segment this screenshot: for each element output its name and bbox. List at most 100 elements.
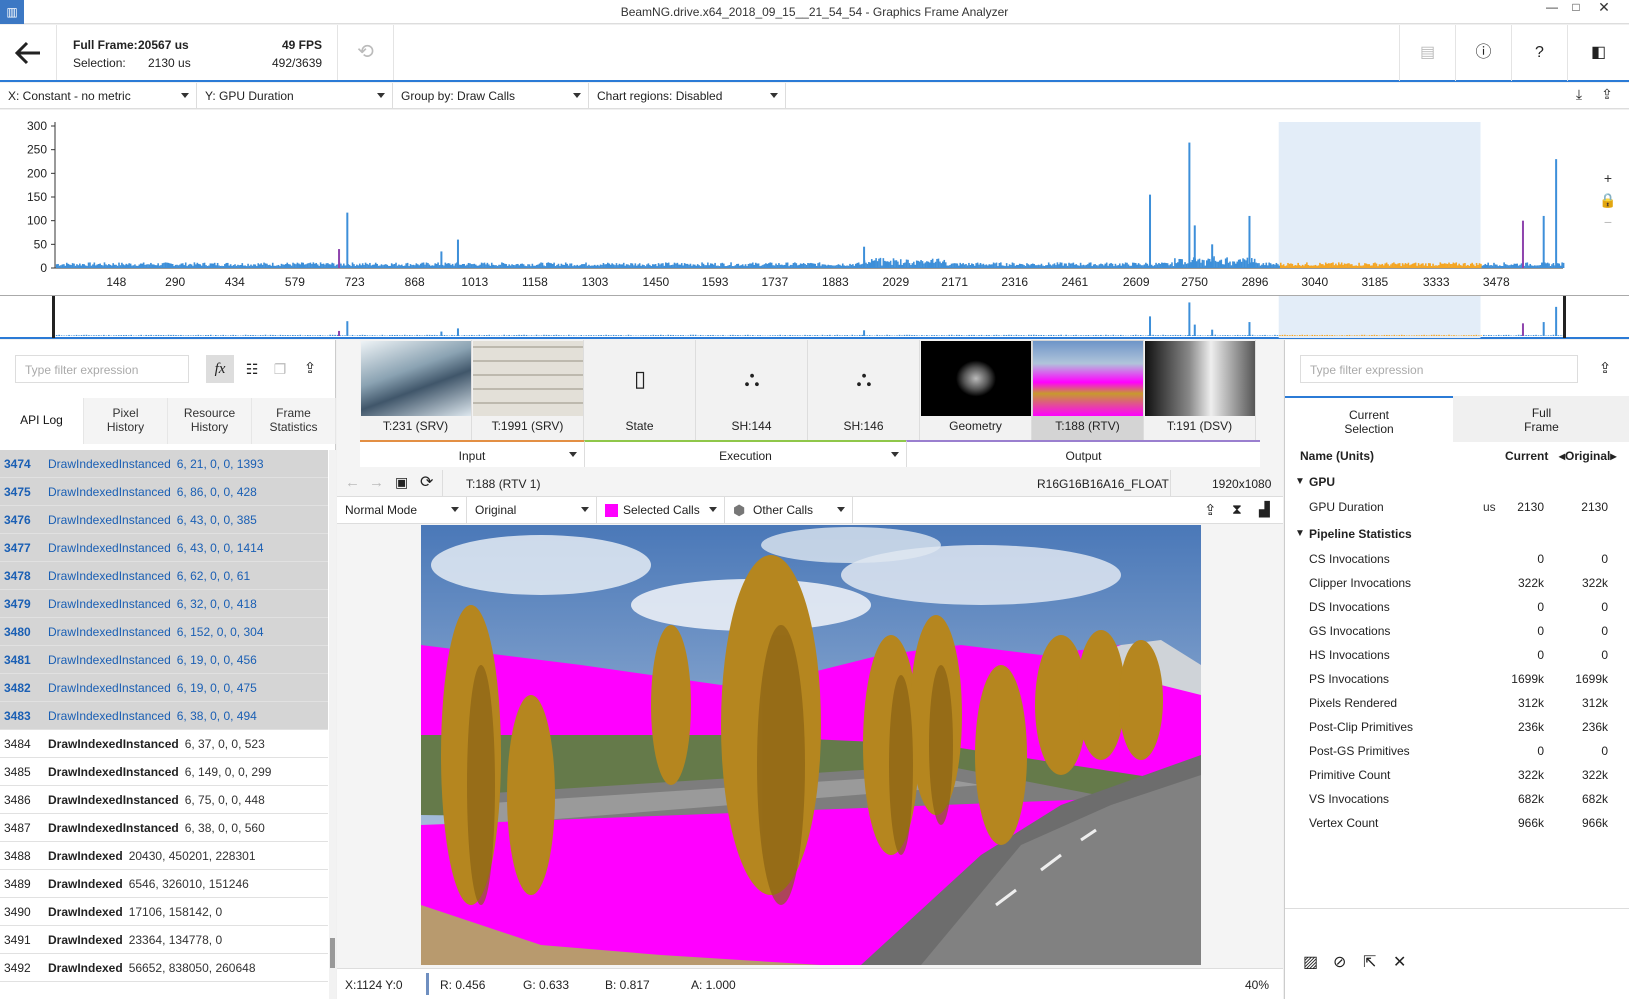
bar[interactable] — [1121, 263, 1124, 268]
bar[interactable] — [1020, 264, 1022, 268]
bar[interactable] — [566, 263, 568, 268]
bar[interactable] — [598, 265, 600, 268]
bar[interactable] — [377, 265, 380, 268]
bar[interactable] — [1058, 264, 1060, 268]
bar[interactable] — [823, 264, 825, 268]
bar[interactable] — [611, 263, 613, 268]
bar[interactable] — [1291, 263, 1294, 268]
bar[interactable] — [1317, 265, 1320, 268]
bar[interactable] — [820, 265, 822, 268]
bar[interactable] — [1348, 263, 1350, 268]
bar[interactable] — [691, 265, 693, 268]
bar[interactable] — [226, 262, 229, 268]
bar[interactable] — [959, 262, 962, 268]
bar[interactable] — [1116, 265, 1118, 268]
bar[interactable] — [1439, 262, 1442, 268]
bar[interactable] — [493, 265, 496, 268]
bar[interactable] — [205, 265, 207, 268]
bar[interactable] — [81, 263, 84, 268]
bar[interactable] — [1182, 264, 1185, 268]
bar[interactable] — [60, 265, 62, 268]
bar[interactable] — [591, 265, 593, 268]
table-row[interactable]: 3474 DrawIndexedInstanced 6, 21, 0, 0, 139… — [0, 450, 328, 478]
bar[interactable] — [1393, 262, 1395, 268]
maximize-icon[interactable]: □ — [1564, 0, 1588, 16]
bar[interactable] — [1169, 264, 1172, 268]
bar[interactable] — [798, 264, 801, 268]
bar-peak[interactable] — [1521, 220, 1524, 268]
bar[interactable] — [786, 262, 789, 268]
bar[interactable] — [1002, 265, 1005, 268]
bar[interactable] — [129, 263, 132, 268]
bar[interactable] — [562, 264, 564, 268]
bar[interactable] — [1406, 264, 1408, 268]
bar[interactable] — [905, 259, 908, 268]
zoom-out-icon[interactable]: − — [1596, 214, 1620, 236]
bar[interactable] — [203, 262, 206, 268]
bar[interactable] — [978, 264, 980, 268]
bar[interactable] — [1413, 263, 1416, 268]
bar[interactable] — [763, 264, 766, 268]
bar[interactable] — [908, 263, 911, 268]
bar[interactable] — [1454, 263, 1456, 268]
bar[interactable] — [646, 264, 648, 268]
bar[interactable] — [1346, 263, 1349, 268]
bar[interactable] — [1185, 263, 1188, 268]
resource-thumb[interactable]: T:1991 (SRV) — [472, 340, 584, 440]
bar[interactable] — [1445, 263, 1447, 268]
bar[interactable] — [142, 262, 145, 268]
bar[interactable] — [376, 263, 378, 268]
selection-region[interactable] — [1278, 122, 1481, 268]
bar[interactable] — [904, 262, 906, 268]
bar[interactable] — [382, 265, 384, 268]
bar[interactable] — [1219, 260, 1221, 268]
table-row[interactable]: 3486 DrawIndexedInstanced 6, 75, 0, 0, 448 — [0, 786, 328, 814]
bar[interactable] — [901, 264, 904, 268]
bar[interactable] — [1433, 265, 1436, 268]
bar[interactable] — [80, 265, 83, 268]
y-metric-dropdown[interactable]: Y: GPU Duration — [197, 83, 393, 109]
bar[interactable] — [543, 265, 545, 268]
bar[interactable] — [605, 264, 608, 268]
bar[interactable] — [1306, 262, 1308, 268]
stat-row[interactable]: CS Invocations 0 0 — [1285, 547, 1629, 571]
filter-off-icon[interactable]: ⊘ — [1333, 952, 1346, 972]
bar[interactable] — [1253, 258, 1256, 268]
bar[interactable] — [640, 265, 642, 268]
bar[interactable] — [1089, 262, 1092, 268]
bar[interactable] — [372, 264, 374, 268]
bar[interactable] — [299, 264, 302, 268]
undo-icon[interactable]: ⟲ — [337, 25, 394, 80]
resource-thumb[interactable]: ⛬ SH:144 — [696, 340, 808, 440]
bar[interactable] — [238, 265, 241, 268]
bar[interactable] — [1201, 259, 1204, 268]
bar[interactable] — [135, 265, 138, 268]
bar[interactable] — [586, 265, 589, 268]
chart-regions-dropdown[interactable]: Chart regions: Disabled — [589, 83, 786, 109]
bar[interactable] — [750, 263, 753, 268]
bar[interactable] — [799, 263, 802, 268]
bar[interactable] — [1378, 264, 1381, 268]
bar[interactable] — [656, 266, 658, 268]
bar[interactable] — [357, 265, 360, 268]
bar[interactable] — [1237, 259, 1240, 268]
bar[interactable] — [1108, 263, 1111, 268]
bar[interactable] — [917, 260, 919, 268]
bar[interactable] — [1497, 266, 1500, 268]
bar[interactable] — [1490, 265, 1492, 268]
bar[interactable] — [504, 263, 506, 268]
bar[interactable] — [972, 264, 975, 268]
bar[interactable] — [306, 263, 309, 268]
bar[interactable] — [1468, 265, 1471, 268]
bar[interactable] — [741, 264, 744, 268]
bar[interactable] — [488, 264, 490, 268]
bar[interactable] — [1060, 262, 1063, 268]
bar[interactable] — [547, 262, 550, 268]
bar[interactable] — [1427, 263, 1430, 268]
bar[interactable] — [560, 263, 563, 268]
bar[interactable] — [1552, 263, 1555, 268]
bar[interactable] — [1329, 263, 1331, 268]
bar[interactable] — [540, 262, 542, 268]
bar[interactable] — [1400, 266, 1402, 268]
bar[interactable] — [283, 264, 286, 268]
